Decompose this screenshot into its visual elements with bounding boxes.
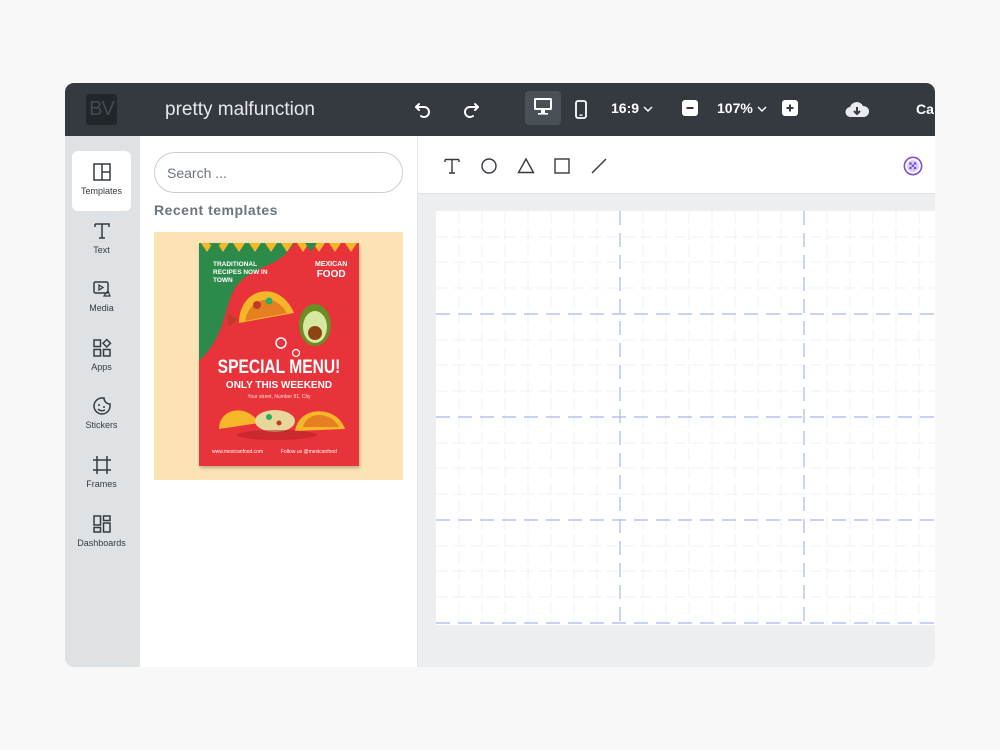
project-title[interactable]: pretty malfunction — [165, 99, 315, 121]
left-sidebar: Templates Text Media Apps Stickers Frame… — [65, 136, 140, 667]
sidebar-item-media[interactable]: Media — [72, 268, 131, 328]
redo-icon[interactable] — [458, 97, 484, 123]
mobile-icon — [574, 100, 588, 120]
poster-brand: MEXICAN FOOD — [315, 261, 347, 280]
sidebar-item-label: Templates — [80, 186, 123, 196]
sidebar-item-frames[interactable]: Frames — [72, 444, 131, 504]
download-button[interactable] — [842, 97, 872, 123]
chevron-down-icon — [643, 100, 653, 116]
desktop-view-button[interactable] — [525, 91, 561, 125]
poster-preview: TRADITIONAL RECIPES NOW IN TOWN MEXICAN … — [199, 243, 359, 466]
aspect-ratio-select[interactable]: 16:9 — [611, 100, 653, 116]
canvas-grid — [436, 211, 935, 625]
sidebar-item-label: Apps — [91, 362, 112, 372]
design-canvas[interactable] — [436, 211, 935, 625]
top-bar: BV pretty malfunction 16:9 107% Ca — [65, 83, 935, 136]
poster-tagline: TRADITIONAL RECIPES NOW IN TOWN — [213, 261, 268, 284]
rectangle-tool-icon[interactable] — [552, 156, 572, 176]
poster-subheadline: ONLY THIS WEEKEND — [225, 380, 333, 391]
undo-icon[interactable] — [410, 97, 436, 123]
app-logo[interactable]: BV — [86, 94, 117, 125]
editor-window: BV pretty malfunction 16:9 107% Ca Templ… — [65, 83, 935, 667]
line-tool-icon[interactable] — [589, 156, 609, 176]
text-tool-icon[interactable] — [442, 156, 462, 176]
poster-brand-bottom: FOOD — [316, 269, 346, 280]
text-icon — [92, 221, 112, 241]
cloud-download-icon — [844, 100, 870, 120]
circle-tool-icon[interactable] — [479, 156, 499, 176]
sidebar-item-label: Frames — [86, 479, 117, 489]
section-title: Recent templates — [154, 202, 278, 218]
sidebar-item-apps[interactable]: Apps — [72, 327, 131, 387]
sidebar-item-label: Media — [89, 303, 114, 313]
templates-icon — [92, 162, 112, 182]
plus-icon — [785, 103, 795, 113]
sidebar-item-text[interactable]: Text — [72, 210, 131, 270]
dashboards-icon — [92, 514, 112, 534]
zoom-in-button[interactable] — [782, 100, 798, 116]
search-input[interactable]: Search ... — [154, 152, 403, 193]
sidebar-item-label: Dashboards — [77, 538, 126, 548]
color-palette-icon[interactable] — [903, 156, 923, 176]
poster-website: www.mexicanfood.com — [212, 449, 264, 455]
apps-icon — [92, 338, 112, 358]
canvas-toolbar — [418, 136, 935, 194]
poster-social: Follow us @mexicanfood — [281, 449, 337, 455]
poster-headline: SPECIAL MENU! — [217, 357, 341, 378]
zoom-value: 107% — [717, 100, 753, 116]
templates-panel: Search ... Recent templates TRADITIONAL … — [140, 136, 418, 667]
sidebar-item-templates[interactable]: Templates — [72, 151, 131, 211]
minus-icon — [685, 103, 695, 113]
poster-address: Your street, Number 81, City — [247, 394, 311, 400]
triangle-tool-icon[interactable] — [516, 156, 536, 176]
cancel-button-partial[interactable]: Ca — [916, 101, 934, 117]
aspect-ratio-value: 16:9 — [611, 100, 640, 116]
mobile-view-button[interactable] — [568, 97, 594, 123]
media-icon — [92, 279, 112, 299]
sidebar-item-dashboards[interactable]: Dashboards — [71, 503, 132, 563]
chevron-down-icon — [757, 100, 767, 116]
sidebar-item-label: Stickers — [85, 420, 118, 430]
zoom-select[interactable]: 107% — [717, 100, 767, 116]
desktop-icon — [532, 96, 554, 121]
stickers-icon — [92, 396, 112, 416]
poster-brand-top: MEXICAN — [315, 261, 348, 268]
sidebar-item-stickers[interactable]: Stickers — [72, 385, 131, 445]
template-thumbnail[interactable]: TRADITIONAL RECIPES NOW IN TOWN MEXICAN … — [154, 232, 403, 480]
frames-icon — [92, 455, 112, 475]
sidebar-item-label: Text — [93, 245, 110, 255]
zoom-out-button[interactable] — [682, 100, 698, 116]
